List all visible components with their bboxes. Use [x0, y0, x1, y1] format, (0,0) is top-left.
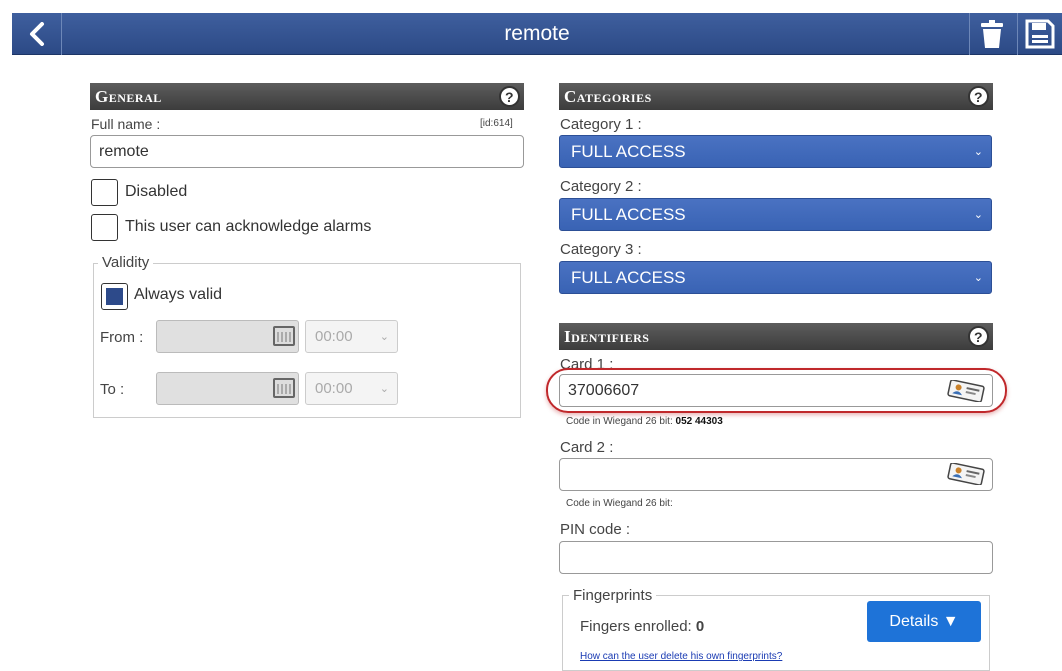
fingers-enrolled-label: Fingers enrolled:	[580, 618, 692, 635]
always-valid-label: Always valid	[134, 286, 223, 303]
calendar-icon[interactable]	[273, 326, 295, 346]
card-1-wiegand-value: 052 44303	[675, 416, 723, 427]
back-button[interactable]	[12, 13, 62, 55]
category-1-value: FULL ACCESS	[571, 141, 686, 161]
to-time-select[interactable]: 00:00 ⌄	[305, 372, 398, 405]
disabled-label: Disabled	[125, 183, 188, 200]
calendar-icon[interactable]	[273, 378, 295, 398]
pin-code-input[interactable]	[559, 541, 993, 574]
id-card-icon[interactable]	[945, 380, 987, 402]
chevron-down-icon: ⌄	[973, 272, 983, 284]
from-time-value: 00:00	[315, 328, 353, 345]
disabled-checkbox[interactable]	[91, 179, 118, 206]
delete-fingerprints-help-link[interactable]: How can the user delete his own fingerpr…	[580, 651, 782, 662]
help-icon[interactable]: ?	[968, 86, 989, 107]
chevron-down-icon: ⌄	[973, 146, 983, 158]
identifiers-heading: Identifiers	[564, 326, 650, 346]
general-heading: General	[95, 86, 162, 106]
from-time-select[interactable]: 00:00 ⌄	[305, 320, 398, 353]
details-button[interactable]: Details ▼	[867, 601, 981, 642]
category-3-label: Category 3 :	[560, 241, 642, 258]
chevron-down-icon: ⌄	[379, 331, 389, 343]
card-1-input[interactable]	[559, 374, 993, 407]
card-1-wiegand-label: Code in Wiegand 26 bit:	[566, 416, 673, 427]
card-1-wiegand-text: Code in Wiegand 26 bit: 052 44303	[566, 416, 723, 427]
category-1-label: Category 1 :	[560, 116, 642, 133]
help-icon[interactable]: ?	[499, 86, 520, 107]
acknowledge-alarms-label: This user can acknowledge alarms	[125, 218, 372, 235]
category-3-select[interactable]: FULL ACCESS ⌄	[559, 261, 992, 294]
save-button[interactable]	[1017, 13, 1062, 55]
chevron-left-icon	[29, 22, 44, 46]
identifiers-section-header: Identifiers ?	[559, 323, 993, 350]
from-label: From :	[100, 329, 144, 346]
acknowledge-alarms-checkbox[interactable]	[91, 214, 118, 241]
chevron-down-icon: ⌄	[379, 383, 389, 395]
always-valid-checkbox[interactable]	[101, 283, 128, 310]
id-card-icon[interactable]	[945, 463, 987, 485]
top-bar: remote	[12, 13, 1062, 55]
fingerprints-legend: Fingerprints	[569, 587, 657, 604]
categories-heading: Categories	[564, 86, 652, 106]
save-icon	[1025, 19, 1055, 49]
delete-button[interactable]	[969, 13, 1013, 55]
general-section-header: General ?	[90, 83, 524, 110]
card-1-label: Card 1 :	[560, 356, 614, 373]
card-2-label: Card 2 :	[560, 439, 614, 456]
chevron-down-icon: ⌄	[973, 209, 983, 221]
validity-legend: Validity	[98, 254, 154, 271]
page-title: remote	[504, 22, 570, 45]
category-2-value: FULL ACCESS	[571, 204, 686, 224]
categories-section-header: Categories ?	[559, 83, 993, 110]
category-2-label: Category 2 :	[560, 178, 642, 195]
help-icon[interactable]: ?	[968, 326, 989, 347]
pin-code-label: PIN code :	[560, 521, 631, 538]
full-name-input[interactable]	[90, 135, 524, 168]
to-time-value: 00:00	[315, 380, 353, 397]
fingers-enrolled-text: Fingers enrolled: 0	[580, 618, 704, 635]
user-id-text: [id:614]	[480, 118, 513, 129]
trash-icon	[980, 20, 1003, 48]
category-2-select[interactable]: FULL ACCESS ⌄	[559, 198, 992, 231]
fingers-enrolled-count: 0	[695, 618, 705, 635]
card-2-wiegand-label: Code in Wiegand 26 bit:	[566, 498, 673, 509]
category-1-select[interactable]: FULL ACCESS ⌄	[559, 135, 992, 168]
category-3-value: FULL ACCESS	[571, 267, 686, 287]
card-2-input[interactable]	[559, 458, 993, 491]
to-label: To :	[100, 381, 125, 398]
full-name-label: Full name :	[91, 116, 161, 132]
